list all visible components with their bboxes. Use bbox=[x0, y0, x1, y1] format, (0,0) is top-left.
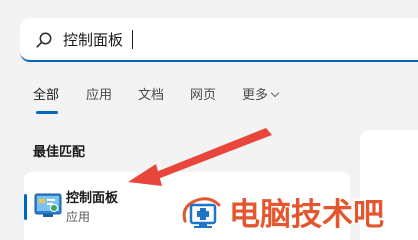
search-input-value[interactable]: 控制面板 bbox=[63, 30, 123, 50]
tab-web[interactable]: 网页 bbox=[190, 87, 216, 105]
tab-all[interactable]: 全部 bbox=[33, 87, 59, 105]
watermark-logo bbox=[182, 197, 221, 228]
selection-indicator bbox=[24, 194, 27, 220]
tab-documents[interactable]: 文档 bbox=[138, 87, 164, 105]
search-icon bbox=[35, 31, 53, 49]
active-tab-indicator bbox=[36, 111, 58, 114]
tab-apps[interactable]: 应用 bbox=[86, 87, 112, 105]
tab-more-label: 更多 bbox=[242, 88, 269, 103]
watermark-text: 电脑技术吧 bbox=[229, 196, 386, 235]
watermark: 电脑技术吧 bbox=[175, 190, 418, 240]
search-box[interactable]: 控制面板 bbox=[20, 18, 418, 62]
best-match-heading: 最佳匹配 bbox=[33, 145, 86, 160]
control-panel-icon bbox=[34, 193, 64, 219]
watermark-text-label: 电脑技术吧 bbox=[229, 197, 384, 233]
result-type: 应用 bbox=[66, 210, 91, 224]
text-caret bbox=[132, 30, 133, 49]
tab-more[interactable]: 更多 bbox=[242, 87, 280, 105]
chevron-down-icon bbox=[270, 88, 280, 98]
result-name: 控制面板 bbox=[66, 191, 119, 206]
